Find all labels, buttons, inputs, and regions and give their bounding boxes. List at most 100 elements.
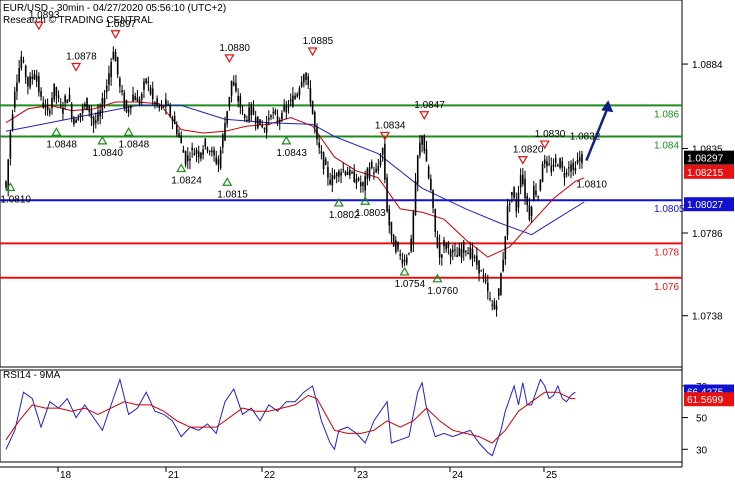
price-candle-body [574,167,577,171]
price-candle-body [381,148,384,156]
price-candle-body [423,135,426,151]
price-candle-body [59,105,62,107]
price-candle-body [307,76,310,85]
price-candle-body [195,150,198,154]
time-axis-label: 25 [546,470,558,480]
price-candle-body [377,165,380,171]
price-candle-body [513,187,515,198]
price-candle-body [217,159,220,165]
price-candle-body [373,172,375,174]
price-candle-body [86,98,88,110]
price-candle-body [289,99,292,102]
price-candle-body [110,61,112,78]
price-candle-body [392,234,395,247]
price-candle-body [416,155,419,184]
price-candle-body [270,115,272,118]
price-candle-body [388,208,391,226]
price-candle-body [162,106,165,108]
price-candle-body [9,132,12,159]
price-candle-body [375,168,377,172]
price-candle-body [173,115,176,124]
resistance-label: 1.0878 [66,52,97,63]
price-candle-body [557,164,559,167]
price-candle-body [239,96,242,108]
price-candle-body [228,96,231,107]
price-candle-body [186,155,189,162]
price-candle-body [64,95,66,103]
price-candle-body [257,116,259,128]
resistance-label: 1.0897 [106,19,137,30]
price-candle-body [355,178,358,184]
price-candle-body [292,95,294,107]
support-label: 1.0843 [276,148,307,159]
price-candle-body [259,119,261,125]
price-candle-body [342,169,345,171]
price-axis: 1.08841.08351.07861.07381.082971.082151.… [682,60,734,323]
price-candle-body [49,110,51,114]
price-candle-body [359,182,362,187]
price-candle-body [38,76,40,93]
price-candle-body [349,169,351,176]
price-candle-body [386,177,388,212]
price-candle-body [384,144,386,180]
price-candle-body [200,152,202,159]
price-candle-body [425,149,428,162]
price-candle-body [443,239,445,247]
support-label: 1.0848 [119,139,150,150]
rsi-axis: 70503066.427561.5699 [682,382,734,456]
price-candle-body [55,87,58,96]
price-candle-body [519,174,522,188]
price-candle-body [462,241,465,253]
price-candle-body [178,133,180,137]
price-candle-body [101,98,104,112]
price-candle-body [254,117,257,124]
price-candle-body [460,248,463,258]
price-candle-body [543,159,546,164]
price-candle-body [473,256,476,258]
price-candle-body [51,97,53,109]
price-candle-body [414,180,417,215]
price-candle-body [469,247,472,259]
price-candle-body [27,77,29,87]
price-candle-body [226,111,228,124]
price-candle-body [410,238,412,252]
price-candle-body [136,97,139,102]
price-candle-body [511,192,513,196]
price-candle-body [572,162,575,170]
price-candle-body [92,116,95,126]
price-candle-body [147,81,150,84]
price-candle-body [116,57,119,75]
time-axis-label: 23 [357,470,369,480]
price-candle-body [537,196,539,198]
price-candle-body [237,95,239,102]
price-candle-body [143,81,145,90]
price-candle-body [165,99,167,107]
price-candle-body [138,99,141,105]
price-candle-body [578,157,581,162]
price-candle-body [193,153,196,156]
resistance-label: 1.0820 [513,145,544,156]
price-candle-body [344,171,347,175]
price-candle-body [105,85,108,93]
price-candle-body [434,208,437,232]
last-price-tag-text: 1.08297 [687,154,724,165]
price-candle-body [441,254,443,258]
time-axis-label: 21 [168,470,180,480]
chart-canvas: EUR/USD - 30min - 04/27/2020 05:56:10 (U… [0,0,734,480]
price-candle-body [197,151,200,158]
price-candle-body [500,273,502,296]
price-candle-body [204,138,207,147]
price-candle-body [366,168,369,179]
price-candle-body [305,72,307,81]
price-candle-body [176,125,178,135]
price-candle-body [16,82,18,92]
level-label: 1.076 [654,282,679,293]
support-label: 1.0815 [217,189,248,200]
price-candle-body [294,95,296,99]
price-candle-body [230,80,233,96]
price-candle-body [97,111,99,121]
price-candle-body [515,200,518,212]
price-candle-body [331,174,334,186]
price-candle-body [208,150,211,153]
price-candle-body [132,94,134,102]
